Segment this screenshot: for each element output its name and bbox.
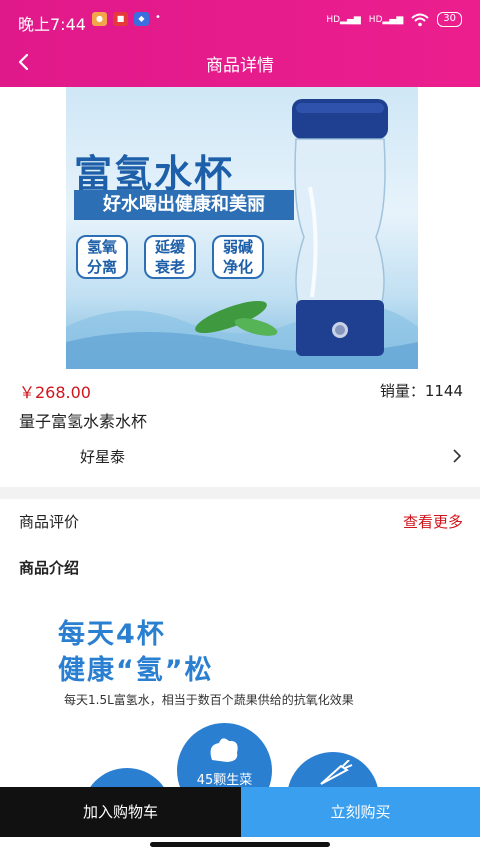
- add-to-cart-button[interactable]: 加入购物车: [0, 787, 241, 837]
- buy-now-button[interactable]: 立刻购买: [241, 787, 480, 837]
- status-time: 晚上7:44: [18, 15, 86, 34]
- wifi-icon: [411, 13, 429, 26]
- intro-title: 商品介绍: [19, 559, 80, 577]
- notification-icons: ● ■ ◆ •: [92, 12, 161, 26]
- home-indicator[interactable]: [150, 842, 330, 847]
- video-notification-icon: ■: [113, 12, 128, 26]
- status-right: HD▂▄▆ HD▂▄▆ 30: [326, 12, 462, 27]
- water-bottle-icon: [292, 99, 388, 356]
- page-title: 商品详情: [206, 56, 274, 76]
- product-price: ￥268.00: [19, 383, 91, 402]
- intro-subtext: 每天1.5L富氢水，相当于数百个蔬果供给的抗氧化效果: [64, 693, 354, 707]
- vegetable-circle: [287, 752, 379, 790]
- review-label: 商品评价: [19, 513, 80, 531]
- battery-icon: 30: [437, 12, 462, 27]
- intro-headline-2: 健康“氢”松: [58, 655, 214, 686]
- section-divider: [0, 487, 480, 499]
- signal1-icon: HD▂▄▆: [326, 14, 361, 25]
- store-name: 好星泰: [80, 448, 126, 466]
- app-notification-icon: ●: [92, 12, 107, 26]
- hero-badge: 氢氧 分离: [76, 235, 128, 279]
- lettuce-circle: 45颗生菜: [177, 723, 272, 790]
- header-bar: 商品详情: [0, 40, 480, 87]
- bottom-action-bar: 加入购物车 立刻购买: [0, 787, 480, 837]
- product-image[interactable]: 富氢水杯 好水喝出健康和美丽 氢氧 分离 延缓 衰老 弱碱 净化: [66, 87, 418, 369]
- hero-slogan: 好水喝出健康和美丽: [74, 190, 294, 220]
- sales-count: 销量：1144: [379, 382, 463, 400]
- carrot-icon: [320, 760, 353, 785]
- lettuce-icon: [210, 738, 238, 762]
- circle-label: 45颗生菜: [196, 773, 253, 788]
- product-name: 量子富氢水素水杯: [19, 412, 148, 431]
- chevron-right-icon: [453, 449, 462, 463]
- hero-badge: 延缓 衰老: [144, 235, 196, 279]
- view-more-link[interactable]: 查看更多: [403, 511, 463, 532]
- intro-headline-1: 每天4杯: [58, 619, 166, 650]
- status-bar: 晚上7:44 ● ■ ◆ • HD▂▄▆ HD▂▄▆ 30: [0, 0, 480, 40]
- signal2-icon: HD▂▄▆: [368, 14, 404, 25]
- more-dot-icon: •: [155, 12, 161, 23]
- hero-badge: 弱碱 净化: [212, 235, 264, 279]
- shield-notification-icon: ◆: [134, 12, 149, 26]
- intro-image: 每天4杯 健康“氢”松 每天1.5L富氢水，相当于数百个蔬果供给的抗氧化效果 4…: [0, 590, 480, 790]
- review-section: 商品评价 查看更多: [0, 499, 480, 543]
- store-row[interactable]: 好星泰: [0, 436, 480, 478]
